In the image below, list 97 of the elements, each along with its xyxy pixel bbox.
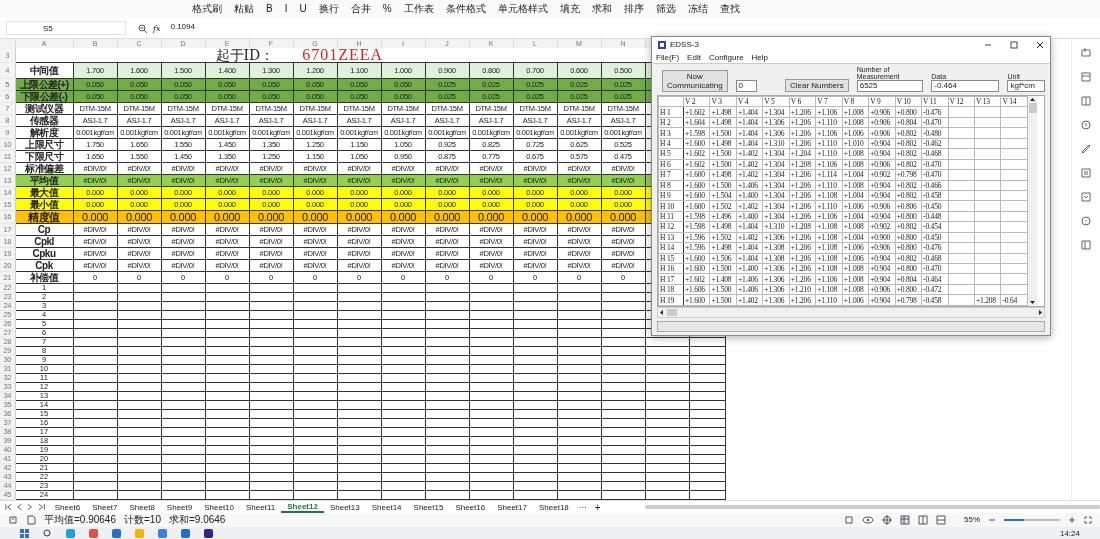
toolbar-button[interactable]: 粘贴 bbox=[232, 3, 256, 15]
text-field[interactable]: kgf*cm bbox=[1007, 80, 1045, 92]
maximize-icon[interactable] bbox=[1010, 40, 1018, 49]
download-icon[interactable] bbox=[1080, 191, 1092, 203]
last-sheet-icon[interactable] bbox=[36, 503, 46, 511]
row-label: 解析度 bbox=[15, 126, 73, 139]
function-button[interactable]: fx bbox=[153, 23, 161, 33]
toolbar-button[interactable]: 求和 bbox=[589, 3, 614, 15]
scroll-thumb[interactable] bbox=[1028, 103, 1037, 113]
status-text: 平均值=0.90646 bbox=[44, 514, 116, 526]
sheet-tab[interactable]: Sheet17 bbox=[491, 502, 533, 512]
toolbar-button[interactable]: 排序 bbox=[621, 3, 646, 15]
start-icon[interactable] bbox=[20, 529, 29, 538]
clear-button[interactable]: Clear Numbers bbox=[784, 79, 849, 92]
row-label: Cpk bbox=[15, 259, 73, 272]
row-label: Cpku bbox=[15, 247, 73, 260]
toolbar-button[interactable]: 冻结 bbox=[685, 3, 710, 15]
sheet-tab[interactable]: Sheet9 bbox=[160, 502, 199, 512]
toolbar-button[interactable]: B bbox=[264, 3, 275, 15]
row-label: 标准偏差 bbox=[15, 162, 73, 175]
clock-time: 14:24 bbox=[1059, 528, 1080, 539]
toolbar-button[interactable]: 条件格式 bbox=[443, 3, 488, 15]
pen-icon[interactable] bbox=[1080, 143, 1092, 155]
sheet-title: 起于ID： bbox=[215, 48, 275, 62]
row-label: 补偿值 bbox=[15, 271, 73, 284]
communicating-button[interactable]: Now Communicating bbox=[662, 70, 728, 92]
sheet-tab[interactable]: Sheet15 bbox=[407, 502, 450, 512]
add-sheet-button[interactable]: + bbox=[590, 501, 605, 513]
text-field[interactable]: 6525 bbox=[856, 80, 924, 92]
toolbar-button[interactable]: 格式刷 bbox=[190, 3, 224, 15]
sheet-tab[interactable]: Sheet14 bbox=[365, 502, 408, 512]
sheet-title-value: 6701ZEEA bbox=[302, 48, 384, 62]
toolbar-button[interactable]: 查找 bbox=[717, 3, 742, 15]
scroll-left-icon[interactable] bbox=[658, 309, 665, 316]
toolbar-button[interactable]: 筛选 bbox=[653, 3, 678, 15]
sheet-tab[interactable]: Sheet18 bbox=[533, 502, 575, 512]
zoom-out-icon[interactable] bbox=[988, 516, 996, 524]
row-label: 中间值 bbox=[15, 62, 73, 79]
sheet-tab[interactable]: Sheet6 bbox=[48, 502, 87, 512]
toolbar-button[interactable]: I bbox=[282, 3, 290, 15]
window-title: EDSS-3 bbox=[670, 40, 699, 49]
menu-item[interactable]: Help bbox=[751, 53, 769, 62]
name-box[interactable]: S5 bbox=[6, 21, 126, 35]
horizontal-scrollbar[interactable] bbox=[657, 307, 1045, 318]
toolbar-button[interactable]: 合并 bbox=[348, 3, 373, 15]
toolbar-button[interactable]: 换行 bbox=[316, 3, 341, 15]
previous-sheet-icon[interactable] bbox=[16, 503, 24, 511]
crosshair-icon[interactable] bbox=[882, 515, 892, 525]
horizontal-scrollbar[interactable] bbox=[644, 505, 1100, 509]
status-text: 计数=10 bbox=[124, 514, 161, 526]
normal-view-icon[interactable] bbox=[900, 515, 910, 525]
toolbar-button[interactable]: 单元格样式 bbox=[495, 3, 550, 15]
zoom-icon[interactable] bbox=[138, 23, 147, 33]
toolbar-button[interactable]: 填充 bbox=[557, 3, 582, 15]
menu-item[interactable]: Edit bbox=[687, 53, 701, 62]
page-break-icon[interactable] bbox=[936, 515, 946, 525]
menu-item[interactable]: Configure bbox=[708, 53, 744, 62]
search-icon[interactable] bbox=[43, 529, 52, 538]
layout-icon[interactable] bbox=[1080, 239, 1092, 251]
row-label: 传感器 bbox=[15, 114, 73, 127]
sheet-tab[interactable]: Sheet10 bbox=[198, 502, 241, 512]
row-label: Cp bbox=[15, 223, 73, 236]
fullscreen-icon[interactable] bbox=[1084, 516, 1092, 524]
row-label: 测试仪器 bbox=[15, 102, 73, 115]
sheet-tab[interactable]: Sheet11 bbox=[240, 502, 282, 512]
zoom-in-icon[interactable] bbox=[1068, 516, 1076, 524]
sheet-tab[interactable]: Sheet16 bbox=[449, 502, 492, 512]
zoom-level[interactable]: 55% bbox=[964, 514, 980, 526]
toolbar-button[interactable]: 工作表 bbox=[401, 3, 436, 15]
counter-field[interactable]: 0 bbox=[735, 80, 757, 92]
sheet-tab[interactable]: Sheet7 bbox=[86, 502, 124, 512]
page-layout-icon[interactable] bbox=[918, 515, 928, 525]
help-icon[interactable] bbox=[1080, 215, 1092, 227]
scroll-thumb[interactable] bbox=[667, 309, 677, 316]
scroll-right-icon[interactable] bbox=[1037, 309, 1044, 316]
app-icon[interactable] bbox=[658, 40, 666, 49]
first-sheet-icon[interactable] bbox=[4, 503, 14, 511]
close-icon[interactable] bbox=[1036, 40, 1044, 49]
eye-icon[interactable] bbox=[862, 515, 874, 525]
menu-item[interactable]: File(F) bbox=[656, 53, 680, 62]
more-sheets-button[interactable]: ··· bbox=[574, 502, 591, 512]
formula-field[interactable]: 0.1094 bbox=[166, 21, 1067, 35]
app-icon[interactable] bbox=[204, 529, 213, 538]
columns-icon[interactable] bbox=[1080, 95, 1092, 107]
sheet-tab[interactable]: Sheet8 bbox=[123, 502, 161, 512]
row-label: 下限尺寸 bbox=[15, 150, 73, 163]
vertical-scrollbar[interactable] bbox=[1028, 96, 1037, 306]
panel-icon[interactable] bbox=[1080, 71, 1092, 83]
toolbar-button[interactable]: % bbox=[380, 3, 394, 15]
row-label: Cpkl bbox=[15, 235, 73, 248]
sheet-tab[interactable]: Sheet13 bbox=[323, 502, 366, 512]
scroll-up-icon[interactable] bbox=[1029, 96, 1036, 103]
toolbar-button[interactable]: U bbox=[297, 3, 309, 15]
text-field[interactable]: -0.464 bbox=[931, 80, 1000, 92]
status-text: 求和=9.0646 bbox=[168, 514, 226, 526]
next-sheet-icon[interactable] bbox=[26, 503, 34, 511]
row-label: 上限尺寸 bbox=[15, 138, 73, 151]
